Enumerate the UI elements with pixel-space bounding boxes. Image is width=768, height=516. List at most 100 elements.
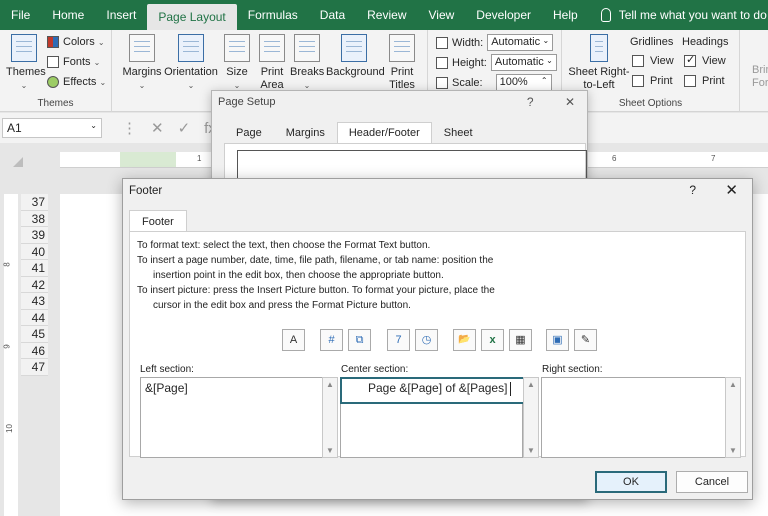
breaks-button[interactable]: Breaks ⌄ <box>290 34 324 92</box>
size-icon <box>224 34 250 62</box>
sheet-name-icon[interactable]: ▦ <box>509 329 532 351</box>
row-header[interactable]: 42 <box>21 276 48 293</box>
tab-formulas[interactable]: Formulas <box>237 0 309 30</box>
row-header[interactable]: 46 <box>21 342 48 359</box>
colors-button[interactable]: Colors ⌄ <box>47 36 105 48</box>
tab-data[interactable]: Data <box>309 0 356 30</box>
headings-print-check <box>684 75 696 87</box>
row-header[interactable]: 37 <box>21 194 48 211</box>
selected-column-highlight <box>120 152 176 167</box>
row-header[interactable]: 45 <box>21 326 48 343</box>
row-header[interactable]: 40 <box>21 243 48 260</box>
scale-spinner[interactable]: 100% ⌃ <box>495 74 552 91</box>
footer-pane: To format text: select the text, then ch… <box>129 231 746 458</box>
print-titles-button[interactable]: Print Titles <box>386 34 418 92</box>
tab-page[interactable]: Page <box>224 122 274 144</box>
ruler-tick: 6 <box>612 154 617 163</box>
select-all-corner[interactable] <box>13 157 23 167</box>
tab-header-footer[interactable]: Header/Footer <box>336 122 432 144</box>
tab-developer[interactable]: Developer <box>465 0 542 30</box>
size-button[interactable]: Size ⌄ <box>222 34 252 92</box>
right-section-input[interactable] <box>541 377 726 458</box>
themes-group: Themes ⌄ Colors ⌄ Fonts ⌄ Effects ⌄ Theme… <box>0 30 112 112</box>
sheet-right-to-left-button[interactable]: Sheet Right-to-Left <box>568 34 630 92</box>
tab-help[interactable]: Help <box>542 0 589 30</box>
row-header[interactable]: 41 <box>21 260 48 277</box>
row-header[interactable]: 44 <box>21 309 48 326</box>
tab-page-layout[interactable]: Page Layout <box>147 4 237 30</box>
row-header[interactable]: 43 <box>21 293 48 310</box>
file-name-icon[interactable]: x <box>481 329 504 351</box>
center-section-body[interactable] <box>340 404 523 458</box>
row-header[interactable]: 38 <box>21 210 48 227</box>
date-icon[interactable]: 7 <box>387 329 410 351</box>
margins-button[interactable]: Margins ⌄ <box>122 34 162 92</box>
right-section-label: Right section: <box>542 364 603 375</box>
headings-heading: Headings <box>682 36 729 48</box>
format-text-icon[interactable]: A <box>282 329 305 351</box>
background-button[interactable]: Background <box>326 34 385 79</box>
left-section-scrollbar[interactable]: ▲ ▼ <box>322 377 338 458</box>
effects-button[interactable]: Effects ⌄ <box>47 76 106 88</box>
close-button[interactable]: ✕ <box>725 181 738 199</box>
gridlines-heading: Gridlines <box>630 36 674 48</box>
number-of-pages-icon[interactable]: ⧉ <box>348 329 371 351</box>
tab-margins[interactable]: Margins <box>274 122 337 144</box>
tab-footer[interactable]: Footer <box>129 210 187 233</box>
sheet-options-label: Sheet Options <box>618 98 683 109</box>
ruler-tick: 8 <box>2 262 12 267</box>
tab-review[interactable]: Review <box>356 0 417 30</box>
height-dropdown[interactable]: Automatic ⌄ <box>490 54 557 71</box>
fonts-button[interactable]: Fonts ⌄ <box>47 56 100 68</box>
fonts-icon <box>47 56 59 68</box>
instruction-line: To insert a page number, date, time, fil… <box>137 255 494 266</box>
instruction-line: To format text: select the text, then ch… <box>137 240 431 251</box>
row-header[interactable]: 47 <box>21 359 48 376</box>
help-button[interactable]: ? <box>527 95 534 109</box>
instruction-line: insertion point in the edit box, then ch… <box>153 270 444 281</box>
ruler-tick: 10 <box>4 424 14 433</box>
page-number-icon[interactable]: # <box>320 329 343 351</box>
ok-button[interactable]: OK <box>595 471 667 493</box>
headings-print-checkbox[interactable]: Print <box>684 75 725 87</box>
tab-home[interactable]: Home <box>41 0 95 30</box>
bring-forward-button[interactable]: BringForwa <box>752 64 768 90</box>
cancel-button[interactable]: Cancel <box>676 471 748 493</box>
tab-file[interactable]: File <box>0 0 41 30</box>
file-path-icon[interactable]: 📂 <box>453 329 476 351</box>
insert-picture-icon[interactable]: ▣ <box>546 329 569 351</box>
gridlines-print-checkbox[interactable]: Print <box>632 75 673 87</box>
chevron-down-icon: ⌄ <box>90 121 97 130</box>
colors-icon <box>47 36 59 48</box>
center-section-input[interactable]: Page &[Page] of &[Pages] <box>340 377 526 404</box>
tab-view[interactable]: View <box>418 0 466 30</box>
ruler-tick: 1 <box>197 154 202 163</box>
left-section-label: Left section: <box>140 364 194 375</box>
help-button[interactable]: ? <box>689 183 696 197</box>
left-section-input[interactable]: &[Page] <box>140 377 323 458</box>
themes-button[interactable]: Themes ⌄ <box>6 34 46 92</box>
orientation-button[interactable]: Orientation ⌄ <box>164 34 218 92</box>
themes-icon <box>11 34 37 62</box>
scale-icon <box>436 76 448 89</box>
tell-me-label: Tell me what you want to do <box>618 8 767 22</box>
menu-bar: File Home Insert Page Layout Formulas Da… <box>0 0 768 30</box>
tell-me-search[interactable]: Tell me what you want to do <box>600 8 767 22</box>
center-section-scrollbar[interactable]: ▲ ▼ <box>523 377 539 458</box>
time-icon[interactable]: ◷ <box>415 329 438 351</box>
right-section-scrollbar[interactable]: ▲ ▼ <box>725 377 741 458</box>
gridlines-view-checkbox[interactable]: View <box>632 55 674 67</box>
background-icon <box>341 34 367 62</box>
row-header[interactable]: 39 <box>21 227 48 244</box>
tab-insert[interactable]: Insert <box>95 0 147 30</box>
instruction-line: To insert picture: press the Insert Pict… <box>137 285 495 296</box>
headings-view-checkbox[interactable]: View <box>684 53 726 67</box>
format-picture-icon[interactable]: ✎ <box>574 329 597 351</box>
tab-sheet[interactable]: Sheet <box>432 122 485 144</box>
width-dropdown[interactable]: Automatic ⌄ <box>487 34 554 51</box>
name-box[interactable]: A1 ⌄ <box>2 118 102 138</box>
breaks-icon <box>294 34 320 62</box>
footer-dialog-title: Footer <box>129 185 163 197</box>
text-cursor <box>510 381 512 396</box>
close-button[interactable]: ✕ <box>565 95 575 109</box>
